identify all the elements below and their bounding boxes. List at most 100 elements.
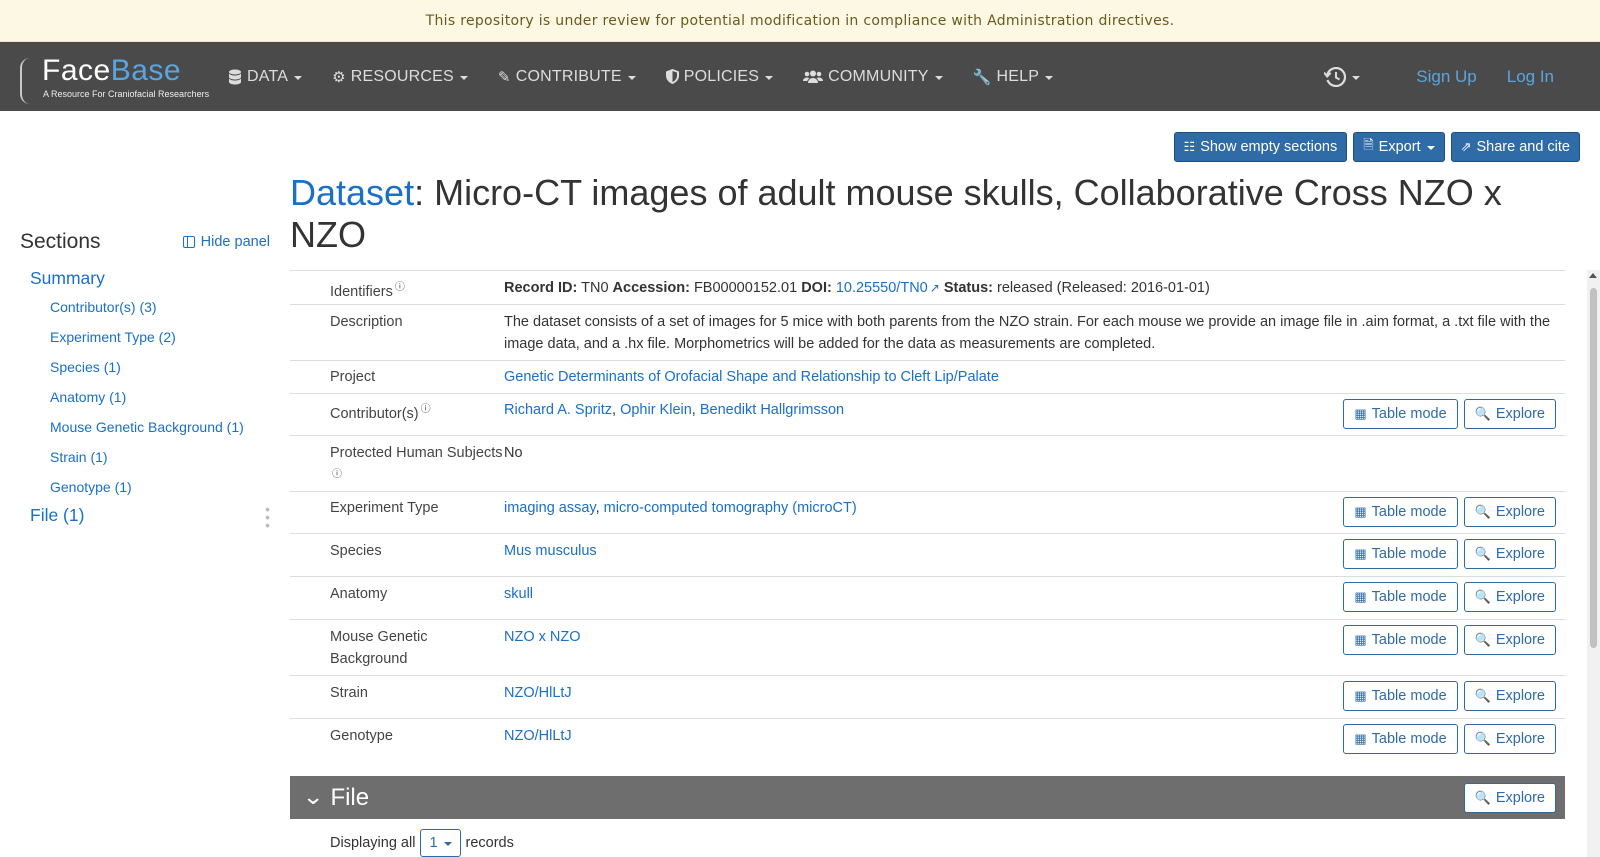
sidebar-item-strain[interactable]: Strain (1) (50, 443, 270, 473)
sidebar-collapse-icon (182, 236, 195, 248)
nav-community[interactable]: COMMUNITY (803, 68, 943, 86)
scroll-up-arrow-icon[interactable] (1589, 273, 1597, 278)
edit-icon: ✎ (497, 68, 511, 86)
content-scrollbar[interactable] (1587, 270, 1600, 857)
info-icon[interactable]: ⓘ (421, 399, 431, 421)
explore-button[interactable]: 🔍 Explore (1463, 399, 1556, 429)
info-icon[interactable]: ⓘ (332, 464, 342, 486)
sign-up-link[interactable]: Sign Up (1416, 67, 1476, 87)
sidebar-header: Sections Hide panel (20, 222, 270, 262)
nav-resources[interactable]: ⚙ RESOURCES (332, 68, 468, 86)
nav-help[interactable]: 🔧 HELP (973, 68, 1054, 86)
explore-button[interactable]: 🔍 Explore (1463, 625, 1556, 655)
doi-link[interactable]: 10.25550/TN0 (836, 280, 928, 296)
search-icon: 🔍 (1474, 688, 1491, 703)
table-mode-label: Table mode (1371, 589, 1447, 605)
caret-down-icon (1045, 75, 1054, 80)
table-mode-button[interactable]: ▦ Table mode (1343, 497, 1458, 527)
label-identifiers: Identifiers ⓘ (290, 277, 504, 304)
record-table: Identifiers ⓘ Record ID: TN0 Accession: F… (290, 270, 1565, 761)
experiment-actions: ▦ Table mode 🔍 Explore (1343, 497, 1556, 527)
nav-contribute[interactable]: ✎ CONTRIBUTE (498, 68, 636, 86)
logo-bracket (20, 58, 32, 104)
experiment-link[interactable]: imaging assay (504, 500, 596, 516)
row-identifiers: Identifiers ⓘ Record ID: TN0 Accession: F… (290, 270, 1565, 304)
label-genotype: Genotype (330, 728, 393, 744)
anatomy-link[interactable]: skull (504, 586, 533, 602)
file-section-header[interactable]: ⌄ File 🔍 Explore (290, 776, 1565, 819)
anatomy-actions: ▦ Table mode 🔍 Explore (1343, 582, 1556, 612)
mgb-link[interactable]: NZO x NZO (504, 629, 581, 645)
sidebar-item-contributors[interactable]: Contributor(s) (3) (50, 293, 270, 323)
explore-label: Explore (1495, 406, 1545, 422)
share-and-cite-button[interactable]: ⇗ Share and cite (1450, 132, 1580, 162)
table-mode-button[interactable]: ▦ Table mode (1343, 681, 1458, 711)
contributor-link[interactable]: Benedikt Hallgrimsson (700, 402, 844, 418)
external-link-icon: ↗ (929, 281, 940, 295)
accession-label: Accession: (612, 280, 690, 296)
species-link[interactable]: Mus musculus (504, 543, 597, 559)
panel-resize-handle-icon[interactable]: • • • (265, 502, 270, 532)
hide-panel-button[interactable]: Hide panel (182, 234, 270, 250)
explore-button[interactable]: 🔍 Explore (1463, 497, 1556, 527)
dataset-link[interactable]: Dataset (290, 172, 414, 213)
page-size-value: 1 (429, 835, 438, 851)
contributor-link[interactable]: Ophir Klein (620, 402, 692, 418)
contributors-actions: ▦ Table mode 🔍 Explore (1343, 399, 1556, 429)
row-contributors: Contributor(s) ⓘ Richard A. Spritz, Ophir… (290, 393, 1565, 435)
sidebar-item-summary[interactable]: Summary (30, 268, 270, 289)
sidebar-list: Contributor(s) (3) Experiment Type (2) S… (50, 293, 270, 503)
status-value: released (Released: 2016-01-01) (997, 280, 1210, 296)
label-contributors: Contributor(s) ⓘ (290, 399, 504, 435)
sidebar-item-genotype[interactable]: Genotype (1) (50, 473, 270, 503)
shield-icon (665, 69, 679, 84)
page-title: Dataset: Micro-CT images of adult mouse … (290, 172, 1565, 256)
explore-button[interactable]: 🔍 Explore (1463, 724, 1556, 754)
table-mode-button[interactable]: ▦ Table mode (1343, 625, 1458, 655)
experiment-link[interactable]: micro-computed tomography (microCT) (604, 500, 857, 516)
strain-link[interactable]: NZO/HlLtJ (504, 685, 572, 701)
row-genotype: Genotype NZO/HlLtJ ▦ Table mode 🔍 Explore (290, 718, 1565, 761)
table-mode-button[interactable]: ▦ Table mode (1343, 539, 1458, 569)
table-mode-label: Table mode (1371, 546, 1447, 562)
nav-resources-label: RESOURCES (350, 67, 454, 85)
logo-wordmark: FaceBase (42, 54, 181, 88)
info-icon[interactable]: ⓘ (395, 277, 405, 299)
table-mode-button[interactable]: ▦ Table mode (1343, 582, 1458, 612)
page-size-select[interactable]: 1 (420, 829, 461, 857)
caret-down-icon (459, 75, 468, 80)
mgb-actions: ▦ Table mode 🔍 Explore (1343, 625, 1556, 655)
file-explore-button[interactable]: 🔍 Explore (1463, 783, 1556, 813)
scrollbar-thumb[interactable] (1590, 288, 1597, 648)
history-icon (1324, 66, 1347, 87)
contributor-link[interactable]: Richard A. Spritz (504, 402, 612, 418)
export-button[interactable]: 🗎 Export (1353, 132, 1445, 162)
genotype-link[interactable]: NZO/HlLtJ (504, 728, 572, 744)
explore-button[interactable]: 🔍 Explore (1463, 582, 1556, 612)
explore-label: Explore (1495, 632, 1545, 648)
export-label: Export (1378, 139, 1421, 155)
log-in-link[interactable]: Log In (1507, 67, 1554, 87)
sidebar-item-file[interactable]: File (1) • • • (30, 502, 270, 532)
value-description: The dataset consists of a set of images … (504, 314, 1551, 352)
show-empty-sections-button[interactable]: ☷ Show empty sections (1173, 132, 1348, 162)
table-icon: ▦ (1354, 546, 1367, 561)
facebase-logo[interactable]: FaceBase A Resource For Craniofacial Res… (20, 54, 209, 104)
table-icon: ▦ (1354, 632, 1367, 647)
genotype-actions: ▦ Table mode 🔍 Explore (1343, 724, 1556, 754)
table-mode-button[interactable]: ▦ Table mode (1343, 399, 1458, 429)
sidebar-item-experiment-type[interactable]: Experiment Type (2) (50, 323, 270, 353)
project-link[interactable]: Genetic Determinants of Orofacial Shape … (504, 369, 999, 385)
table-mode-button[interactable]: ▦ Table mode (1343, 724, 1458, 754)
history-menu[interactable] (1324, 66, 1361, 87)
sidebar-item-anatomy[interactable]: Anatomy (1) (50, 383, 270, 413)
species-actions: ▦ Table mode 🔍 Explore (1343, 539, 1556, 569)
sidebar-item-species[interactable]: Species (1) (50, 353, 270, 383)
explore-button[interactable]: 🔍 Explore (1463, 539, 1556, 569)
sidebar-item-mouse-genetic-background[interactable]: Mouse Genetic Background (1) (50, 413, 270, 443)
nav-policies[interactable]: POLICIES (665, 68, 774, 86)
table-icon: ▦ (1354, 589, 1367, 604)
nav-data[interactable]: DATA (228, 68, 303, 86)
explore-label: Explore (1495, 589, 1545, 605)
explore-button[interactable]: 🔍 Explore (1463, 681, 1556, 711)
